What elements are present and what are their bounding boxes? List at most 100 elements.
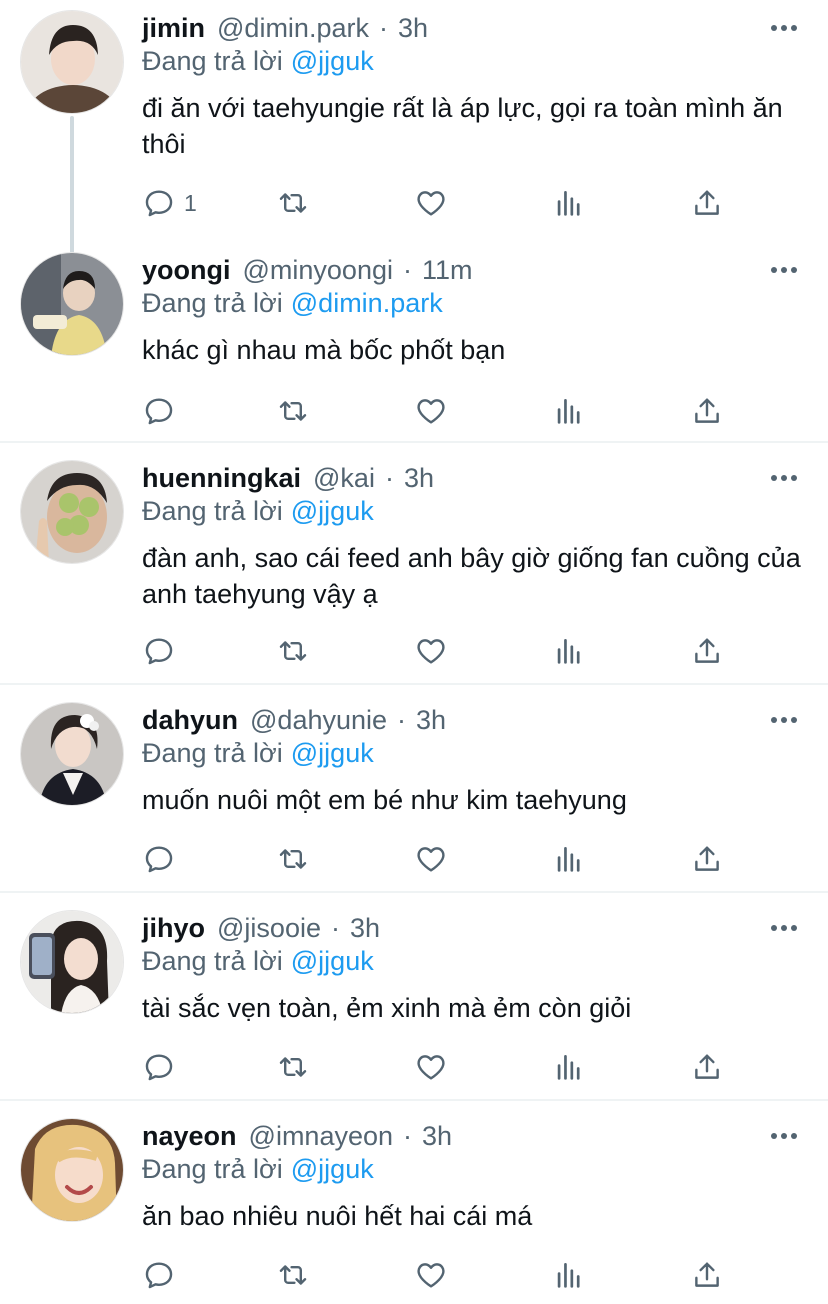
analytics-button[interactable] <box>552 1257 586 1293</box>
more-options-icon[interactable] <box>770 922 798 934</box>
display-name[interactable]: huenningkai <box>142 463 301 494</box>
user-handle[interactable]: @minyoongi <box>243 255 393 286</box>
more-options-icon[interactable] <box>770 22 798 34</box>
user-handle[interactable]: @dahyunie <box>250 705 387 736</box>
reply-button[interactable] <box>142 393 176 429</box>
reply-icon <box>145 1054 173 1081</box>
replying-to-label: Đang trả lời <box>142 46 283 76</box>
like-button[interactable] <box>414 1257 448 1293</box>
reply-button[interactable] <box>142 1049 176 1085</box>
separator-dot: · <box>378 12 388 43</box>
heart-icon <box>417 399 445 424</box>
tweet[interactable]: jihyo @jisooie · 3h Đang trả lời @jjguk t… <box>0 908 828 1098</box>
analytics-icon <box>557 399 580 424</box>
more-options-icon[interactable] <box>770 714 798 726</box>
replying-to: Đang trả lời @dimin.park <box>142 288 443 319</box>
retweet-button[interactable] <box>276 633 310 669</box>
display-name[interactable]: jihyo <box>142 913 205 944</box>
mention-link[interactable]: @dimin.park <box>291 288 443 318</box>
like-button[interactable] <box>414 1049 448 1085</box>
divider <box>0 1099 828 1101</box>
avatar[interactable] <box>20 702 124 806</box>
share-button[interactable] <box>690 393 724 429</box>
divider <box>0 891 828 893</box>
separator-dot: · <box>384 462 394 493</box>
avatar[interactable] <box>20 252 124 356</box>
thread-line <box>70 116 74 256</box>
like-button[interactable] <box>414 393 448 429</box>
retweet-button[interactable] <box>276 1257 310 1293</box>
display-name[interactable]: yoongi <box>142 255 231 286</box>
heart-icon <box>417 639 445 664</box>
more-options-icon[interactable] <box>770 472 798 484</box>
reply-button[interactable]: 1 <box>142 185 197 221</box>
divider <box>0 441 828 443</box>
analytics-button[interactable] <box>552 841 586 877</box>
tweet-text: khác gì nhau mà bốc phốt bạn <box>142 335 506 365</box>
retweet-icon <box>279 193 307 213</box>
avatar[interactable] <box>20 1118 124 1222</box>
heart-icon <box>417 847 445 872</box>
analytics-icon <box>557 639 580 664</box>
mention-link[interactable]: @jjguk <box>291 46 374 76</box>
reply-button[interactable] <box>142 1257 176 1293</box>
display-name[interactable]: jimin <box>142 13 205 44</box>
like-button[interactable] <box>414 185 448 221</box>
mention-link[interactable]: @jjguk <box>291 1154 374 1184</box>
more-options-icon[interactable] <box>770 264 798 276</box>
retweet-button[interactable] <box>276 393 310 429</box>
share-button[interactable] <box>690 841 724 877</box>
retweet-icon <box>279 641 307 661</box>
display-name[interactable]: nayeon <box>142 1121 237 1152</box>
analytics-button[interactable] <box>552 633 586 669</box>
reply-icon <box>145 846 173 873</box>
tweet[interactable]: huenningkai @kai · 3h Đang trả lời @jjguk… <box>0 458 828 682</box>
separator-dot: · <box>330 912 340 943</box>
analytics-button[interactable] <box>552 185 586 221</box>
tweet[interactable]: jimin @dimin.park · 3h Đang trả lời @jjgu… <box>0 8 828 256</box>
share-button[interactable] <box>690 633 724 669</box>
heart-icon <box>417 191 445 216</box>
share-button[interactable] <box>690 185 724 221</box>
user-handle[interactable]: @jisooie <box>217 913 321 944</box>
retweet-button[interactable] <box>276 841 310 877</box>
avatar[interactable] <box>20 460 124 564</box>
timestamp[interactable]: 3h <box>350 913 380 944</box>
analytics-icon <box>557 1263 580 1288</box>
timestamp[interactable]: 11m <box>422 255 473 286</box>
tweet[interactable]: yoongi @minyoongi · 11m Đang trả lời @dim… <box>0 250 828 440</box>
share-button[interactable] <box>690 1049 724 1085</box>
analytics-button[interactable] <box>552 393 586 429</box>
more-options-icon[interactable] <box>770 1130 798 1142</box>
share-button[interactable] <box>690 1257 724 1293</box>
user-handle[interactable]: @imnayeon <box>249 1121 393 1152</box>
share-icon <box>695 190 719 215</box>
reply-button[interactable] <box>142 841 176 877</box>
avatar[interactable] <box>20 910 124 1014</box>
display-name[interactable]: dahyun <box>142 705 238 736</box>
reply-count: 1 <box>184 189 197 216</box>
reply-button[interactable] <box>142 633 176 669</box>
timestamp[interactable]: 3h <box>422 1121 452 1152</box>
retweet-button[interactable] <box>276 1049 310 1085</box>
mention-link[interactable]: @jjguk <box>291 496 374 526</box>
separator-dot: · <box>402 254 412 285</box>
heart-icon <box>417 1055 445 1080</box>
analytics-button[interactable] <box>552 1049 586 1085</box>
like-button[interactable] <box>414 633 448 669</box>
timestamp[interactable]: 3h <box>398 13 428 44</box>
avatar[interactable] <box>20 10 124 114</box>
user-handle[interactable]: @dimin.park <box>217 13 369 44</box>
mention-link[interactable]: @jjguk <box>291 946 374 976</box>
replying-to-label: Đang trả lời <box>142 1154 283 1184</box>
tweet[interactable]: dahyun @dahyunie · 3h Đang trả lời @jjguk… <box>0 700 828 890</box>
mention-link[interactable]: @jjguk <box>291 738 374 768</box>
user-handle[interactable]: @kai <box>313 463 375 494</box>
like-button[interactable] <box>414 841 448 877</box>
analytics-icon <box>557 1055 580 1080</box>
timestamp[interactable]: 3h <box>416 705 446 736</box>
tweet[interactable]: nayeon @imnayeon · 3h Đang trả lời @jjguk… <box>0 1116 828 1304</box>
tweet-text: tài sắc vẹn toàn, ẻm xinh mà ẻm còn giỏi <box>142 993 632 1023</box>
retweet-button[interactable] <box>276 185 310 221</box>
timestamp[interactable]: 3h <box>404 463 434 494</box>
